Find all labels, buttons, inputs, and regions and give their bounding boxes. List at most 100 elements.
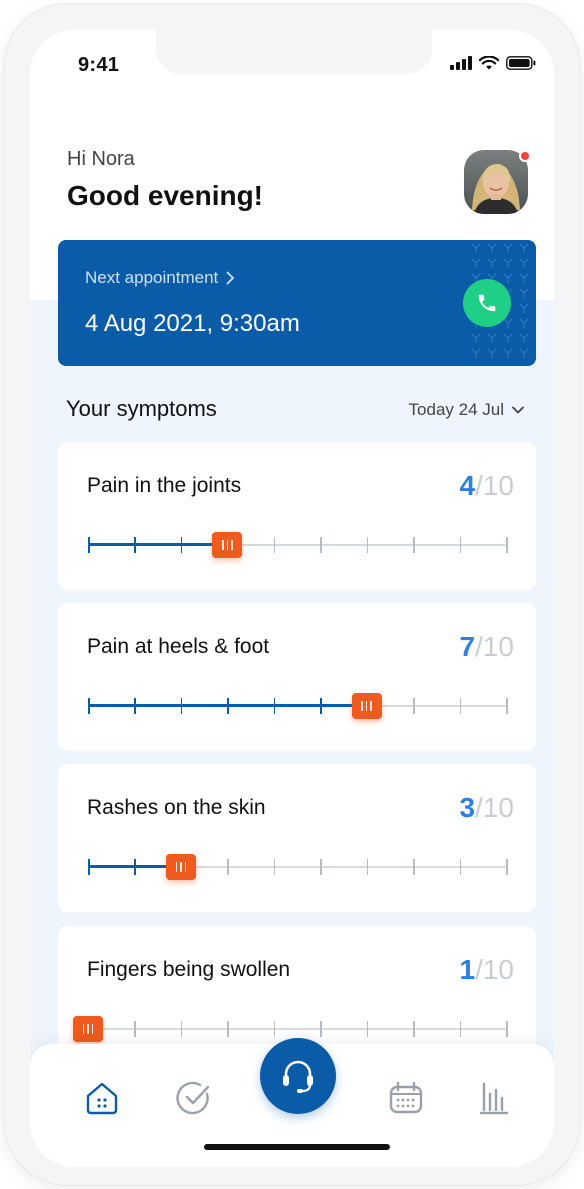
slider-tick (459, 537, 462, 553)
user-photo (464, 150, 528, 214)
score-value: 3 (459, 792, 476, 823)
slider-tick (273, 537, 276, 553)
appointment-label: Next appointment (85, 268, 219, 287)
slider-tick (459, 1021, 462, 1037)
grip-line (222, 540, 224, 550)
grip-line (365, 701, 368, 711)
grip-line (82, 1024, 85, 1034)
appointment-label-row[interactable]: Next appointment (85, 268, 235, 288)
score-max: /10 (475, 470, 514, 501)
slider-track (88, 1028, 506, 1030)
slider-tick (273, 698, 276, 714)
symptom-score: 7/10 (459, 631, 514, 663)
symptom-score: 4/10 (459, 470, 514, 502)
grip-line (231, 540, 233, 550)
slider-thumb[interactable] (351, 693, 382, 719)
slider-tick (366, 859, 369, 875)
greeting-subtitle: Hi Nora (67, 148, 135, 170)
home-icon (86, 1082, 118, 1115)
slider-tick (180, 1021, 183, 1037)
slider-thumb[interactable] (212, 532, 243, 558)
tab-checklist[interactable] (174, 1078, 214, 1118)
tab-home[interactable] (82, 1078, 122, 1118)
notification-dot (519, 150, 531, 162)
calendar-icon (389, 1081, 423, 1114)
check-circle-icon (176, 1081, 210, 1115)
slider-tick (506, 698, 508, 714)
grip-line (184, 862, 187, 872)
battery-icon (506, 56, 536, 70)
slider-tick (134, 698, 136, 714)
score-max: /10 (475, 631, 514, 662)
slider-tick (320, 859, 322, 875)
chevron-down-icon (512, 406, 524, 414)
score-max: /10 (475, 954, 514, 985)
slider-tick (413, 859, 415, 875)
severity-slider[interactable] (88, 532, 508, 558)
slider-tick (227, 859, 229, 875)
slider-tick (320, 1021, 322, 1037)
slider-tick (134, 1021, 136, 1037)
slider-tick (273, 1021, 276, 1037)
slider-tick (459, 698, 462, 714)
avatar[interactable] (464, 150, 528, 214)
call-button[interactable] (463, 279, 511, 327)
score-value: 7 (459, 631, 476, 662)
device-notch (156, 30, 432, 74)
slider-tick (506, 1021, 508, 1037)
support-button[interactable] (260, 1038, 336, 1114)
status-icons (450, 56, 536, 70)
slider-tick (413, 537, 415, 553)
slider-tick (506, 537, 508, 553)
slider-thumb[interactable] (165, 854, 196, 880)
home-indicator (204, 1144, 390, 1150)
score-value: 1 (459, 954, 476, 985)
date-filter-dropdown[interactable]: Today 24 Jul (409, 400, 524, 420)
severity-slider[interactable] (88, 854, 508, 880)
slider-fill (88, 543, 228, 546)
symptom-score: 1/10 (459, 954, 514, 986)
slider-tick (413, 698, 415, 714)
phone-icon (478, 294, 496, 312)
date-filter-label: Today 24 Jul (408, 400, 504, 419)
symptom-card: Pain in the joints 4/10 (58, 442, 536, 590)
severity-slider[interactable] (88, 693, 508, 719)
grip-line (91, 1024, 94, 1034)
slider-tick (320, 698, 322, 714)
slider-thumb[interactable] (73, 1016, 103, 1042)
grip-line (180, 862, 182, 872)
tab-stats[interactable] (474, 1078, 514, 1118)
phone-frame: 9:41 Hi Nora Good evening! Next appointm… (4, 4, 580, 1185)
appointment-card[interactable]: Next appointment 4 Aug 2021, 9:30am (58, 240, 536, 366)
slider-tick (320, 537, 322, 553)
symptom-card: Pain at heels & foot 7/10 (58, 603, 536, 751)
symptom-name: Pain in the joints (87, 474, 242, 497)
slider-tick (227, 1021, 229, 1037)
slider-tick (366, 1021, 369, 1037)
symptom-name: Rashes on the skin (87, 796, 266, 819)
status-time: 9:41 (78, 54, 120, 76)
slider-tick (459, 859, 462, 875)
slider-tick (180, 537, 183, 553)
slider-tick (134, 859, 136, 875)
grip-line (370, 701, 372, 711)
slider-tick (413, 1021, 415, 1037)
grip-line (87, 1024, 89, 1034)
slider-tick (273, 859, 276, 875)
grip-line (226, 540, 229, 550)
grip-line (361, 701, 363, 711)
slider-tick (88, 537, 90, 553)
symptom-score: 3/10 (459, 792, 514, 824)
wifi-icon (479, 56, 499, 70)
grip-line (175, 862, 178, 872)
slider-tick (88, 698, 90, 714)
appointment-date: 4 Aug 2021, 9:30am (85, 310, 300, 337)
slider-tick (134, 537, 136, 553)
tab-calendar[interactable] (386, 1078, 426, 1118)
symptom-card: Rashes on the skin 3/10 (58, 764, 536, 912)
chevron-right-icon (226, 271, 235, 285)
bar-chart-icon (479, 1082, 509, 1115)
app-screen: 9:41 Hi Nora Good evening! Next appointm… (30, 30, 554, 1167)
slider-tick (506, 859, 508, 875)
signal-icon (450, 56, 472, 70)
